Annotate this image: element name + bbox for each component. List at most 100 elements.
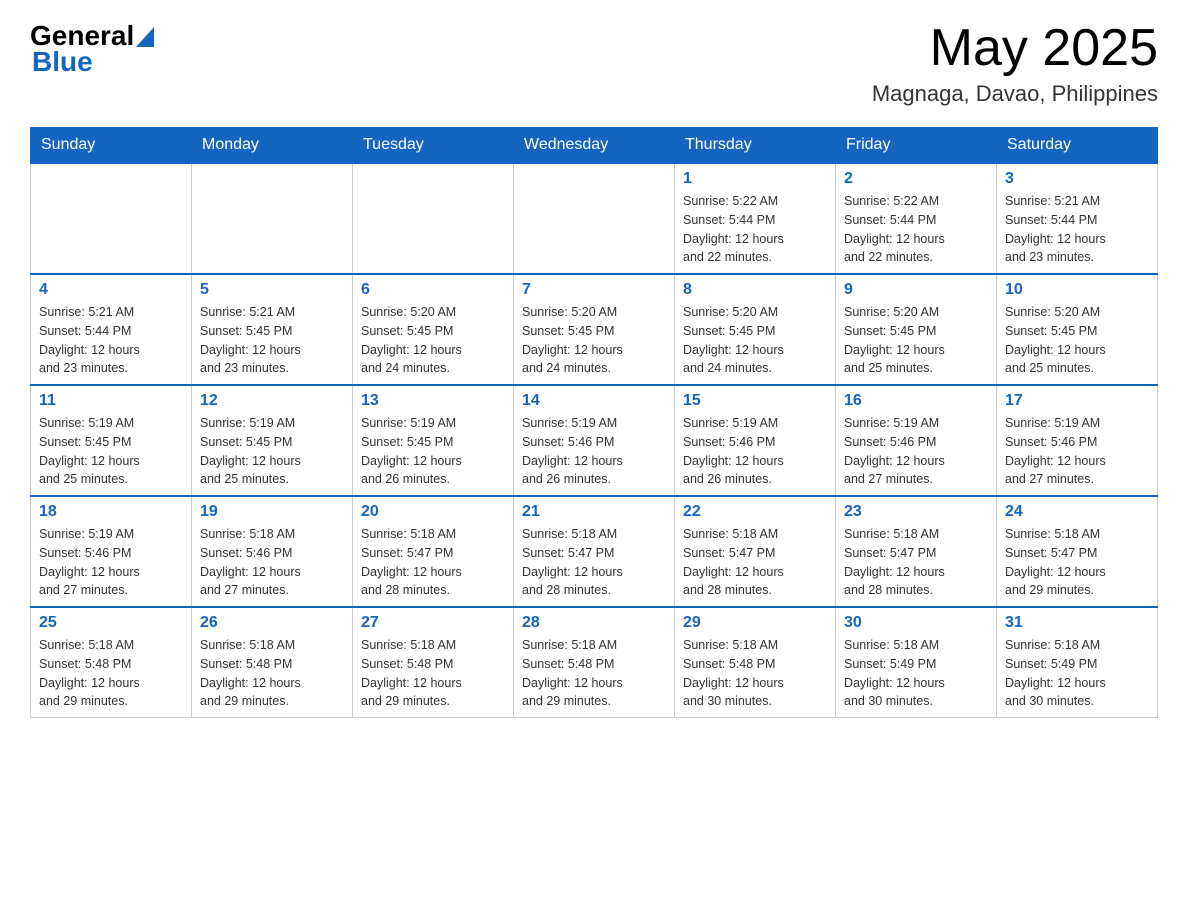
day-number: 26: [200, 614, 344, 632]
day-number: 27: [361, 614, 505, 632]
day-number: 4: [39, 281, 183, 299]
day-number: 18: [39, 503, 183, 521]
day-number: 23: [844, 503, 988, 521]
weekday-header-friday: Friday: [836, 128, 997, 164]
logo-blue-text: Blue: [32, 46, 93, 78]
day-info: Sunrise: 5:20 AMSunset: 5:45 PMDaylight:…: [522, 303, 666, 378]
day-info: Sunrise: 5:18 AMSunset: 5:47 PMDaylight:…: [683, 525, 827, 600]
calendar-cell: 21 Sunrise: 5:18 AMSunset: 5:47 PMDayligh…: [514, 496, 675, 607]
day-info: Sunrise: 5:18 AMSunset: 5:49 PMDaylight:…: [1005, 636, 1149, 711]
calendar-cell: [192, 163, 353, 274]
weekday-header-tuesday: Tuesday: [353, 128, 514, 164]
day-info: Sunrise: 5:19 AMSunset: 5:45 PMDaylight:…: [39, 414, 183, 489]
calendar-cell: 3Sunrise: 5:21 AMSunset: 5:44 PMDaylight…: [997, 163, 1158, 274]
logo: General Blue: [30, 20, 154, 78]
day-info: Sunrise: 5:18 AMSunset: 5:48 PMDaylight:…: [361, 636, 505, 711]
day-info: Sunrise: 5:20 AMSunset: 5:45 PMDaylight:…: [1005, 303, 1149, 378]
page-header: General Blue May 2025 Magnaga, Davao, Ph…: [30, 20, 1158, 107]
day-info: Sunrise: 5:20 AMSunset: 5:45 PMDaylight:…: [844, 303, 988, 378]
day-info: Sunrise: 5:18 AMSunset: 5:48 PMDaylight:…: [200, 636, 344, 711]
day-info: Sunrise: 5:19 AMSunset: 5:45 PMDaylight:…: [361, 414, 505, 489]
day-number: 16: [844, 392, 988, 410]
day-number: 22: [683, 503, 827, 521]
day-info: Sunrise: 5:22 AMSunset: 5:44 PMDaylight:…: [683, 192, 827, 267]
day-number: 13: [361, 392, 505, 410]
day-info: Sunrise: 5:19 AMSunset: 5:45 PMDaylight:…: [200, 414, 344, 489]
calendar-cell: 30 Sunrise: 5:18 AMSunset: 5:49 PMDayligh…: [836, 607, 997, 718]
day-number: 10: [1005, 281, 1149, 299]
day-number: 15: [683, 392, 827, 410]
day-number: 31: [1005, 614, 1149, 632]
day-number: 24: [1005, 503, 1149, 521]
day-number: 5: [200, 281, 344, 299]
day-info: Sunrise: 5:18 AMSunset: 5:47 PMDaylight:…: [361, 525, 505, 600]
calendar-cell: 20 Sunrise: 5:18 AMSunset: 5:47 PMDayligh…: [353, 496, 514, 607]
weekday-header-saturday: Saturday: [997, 128, 1158, 164]
weekday-header-monday: Monday: [192, 128, 353, 164]
month-title: May 2025: [872, 20, 1158, 77]
day-info: Sunrise: 5:21 AMSunset: 5:44 PMDaylight:…: [39, 303, 183, 378]
day-number: 8: [683, 281, 827, 299]
day-number: 9: [844, 281, 988, 299]
calendar-cell: 16 Sunrise: 5:19 AMSunset: 5:46 PMDayligh…: [836, 385, 997, 496]
day-number: 1: [683, 170, 827, 188]
week-row-3: 11 Sunrise: 5:19 AMSunset: 5:45 PMDayligh…: [31, 385, 1158, 496]
day-number: 19: [200, 503, 344, 521]
calendar-cell: 22 Sunrise: 5:18 AMSunset: 5:47 PMDayligh…: [675, 496, 836, 607]
location-title: Magnaga, Davao, Philippines: [872, 81, 1158, 107]
calendar-cell: [514, 163, 675, 274]
day-number: 11: [39, 392, 183, 410]
day-info: Sunrise: 5:18 AMSunset: 5:47 PMDaylight:…: [522, 525, 666, 600]
day-number: 2: [844, 170, 988, 188]
day-info: Sunrise: 5:19 AMSunset: 5:46 PMDaylight:…: [683, 414, 827, 489]
calendar-cell: 31 Sunrise: 5:18 AMSunset: 5:49 PMDayligh…: [997, 607, 1158, 718]
day-number: 29: [683, 614, 827, 632]
week-row-1: 1 Sunrise: 5:22 AMSunset: 5:44 PMDaylight…: [31, 163, 1158, 274]
day-info: Sunrise: 5:18 AMSunset: 5:48 PMDaylight:…: [39, 636, 183, 711]
logo-triangle-icon: [136, 27, 154, 47]
day-number: 17: [1005, 392, 1149, 410]
calendar-header-row: SundayMondayTuesdayWednesdayThursdayFrid…: [31, 128, 1158, 164]
day-number: 12: [200, 392, 344, 410]
calendar-cell: 14Sunrise: 5:19 AMSunset: 5:46 PMDayligh…: [514, 385, 675, 496]
day-number: 21: [522, 503, 666, 521]
calendar-cell: 8 Sunrise: 5:20 AMSunset: 5:45 PMDaylight…: [675, 274, 836, 385]
day-info: Sunrise: 5:19 AMSunset: 5:46 PMDaylight:…: [522, 414, 666, 489]
calendar-cell: 5Sunrise: 5:21 AMSunset: 5:45 PMDaylight…: [192, 274, 353, 385]
calendar-cell: 27 Sunrise: 5:18 AMSunset: 5:48 PMDayligh…: [353, 607, 514, 718]
week-row-4: 18 Sunrise: 5:19 AMSunset: 5:46 PMDayligh…: [31, 496, 1158, 607]
calendar-cell: 9 Sunrise: 5:20 AMSunset: 5:45 PMDaylight…: [836, 274, 997, 385]
day-info: Sunrise: 5:21 AMSunset: 5:44 PMDaylight:…: [1005, 192, 1149, 267]
day-info: Sunrise: 5:18 AMSunset: 5:49 PMDaylight:…: [844, 636, 988, 711]
day-info: Sunrise: 5:19 AMSunset: 5:46 PMDaylight:…: [844, 414, 988, 489]
weekday-header-sunday: Sunday: [31, 128, 192, 164]
day-number: 25: [39, 614, 183, 632]
calendar-cell: 26 Sunrise: 5:18 AMSunset: 5:48 PMDayligh…: [192, 607, 353, 718]
calendar-cell: [31, 163, 192, 274]
day-info: Sunrise: 5:18 AMSunset: 5:46 PMDaylight:…: [200, 525, 344, 600]
day-info: Sunrise: 5:20 AMSunset: 5:45 PMDaylight:…: [683, 303, 827, 378]
day-info: Sunrise: 5:18 AMSunset: 5:47 PMDaylight:…: [844, 525, 988, 600]
day-info: Sunrise: 5:19 AMSunset: 5:46 PMDaylight:…: [39, 525, 183, 600]
calendar-cell: 1 Sunrise: 5:22 AMSunset: 5:44 PMDaylight…: [675, 163, 836, 274]
day-info: Sunrise: 5:22 AMSunset: 5:44 PMDaylight:…: [844, 192, 988, 267]
day-info: Sunrise: 5:19 AMSunset: 5:46 PMDaylight:…: [1005, 414, 1149, 489]
day-info: Sunrise: 5:18 AMSunset: 5:47 PMDaylight:…: [1005, 525, 1149, 600]
day-info: Sunrise: 5:18 AMSunset: 5:48 PMDaylight:…: [522, 636, 666, 711]
day-info: Sunrise: 5:18 AMSunset: 5:48 PMDaylight:…: [683, 636, 827, 711]
calendar-cell: 18 Sunrise: 5:19 AMSunset: 5:46 PMDayligh…: [31, 496, 192, 607]
title-block: May 2025 Magnaga, Davao, Philippines: [872, 20, 1158, 107]
day-number: 20: [361, 503, 505, 521]
calendar-cell: 10 Sunrise: 5:20 AMSunset: 5:45 PMDayligh…: [997, 274, 1158, 385]
calendar-cell: 15 Sunrise: 5:19 AMSunset: 5:46 PMDayligh…: [675, 385, 836, 496]
calendar-cell: 7Sunrise: 5:20 AMSunset: 5:45 PMDaylight…: [514, 274, 675, 385]
calendar-cell: 19 Sunrise: 5:18 AMSunset: 5:46 PMDayligh…: [192, 496, 353, 607]
calendar-cell: 11 Sunrise: 5:19 AMSunset: 5:45 PMDayligh…: [31, 385, 192, 496]
week-row-2: 4 Sunrise: 5:21 AMSunset: 5:44 PMDaylight…: [31, 274, 1158, 385]
calendar-cell: 4 Sunrise: 5:21 AMSunset: 5:44 PMDaylight…: [31, 274, 192, 385]
day-info: Sunrise: 5:20 AMSunset: 5:45 PMDaylight:…: [361, 303, 505, 378]
day-number: 6: [361, 281, 505, 299]
calendar-cell: 13 Sunrise: 5:19 AMSunset: 5:45 PMDayligh…: [353, 385, 514, 496]
day-number: 30: [844, 614, 988, 632]
calendar-cell: 29 Sunrise: 5:18 AMSunset: 5:48 PMDayligh…: [675, 607, 836, 718]
